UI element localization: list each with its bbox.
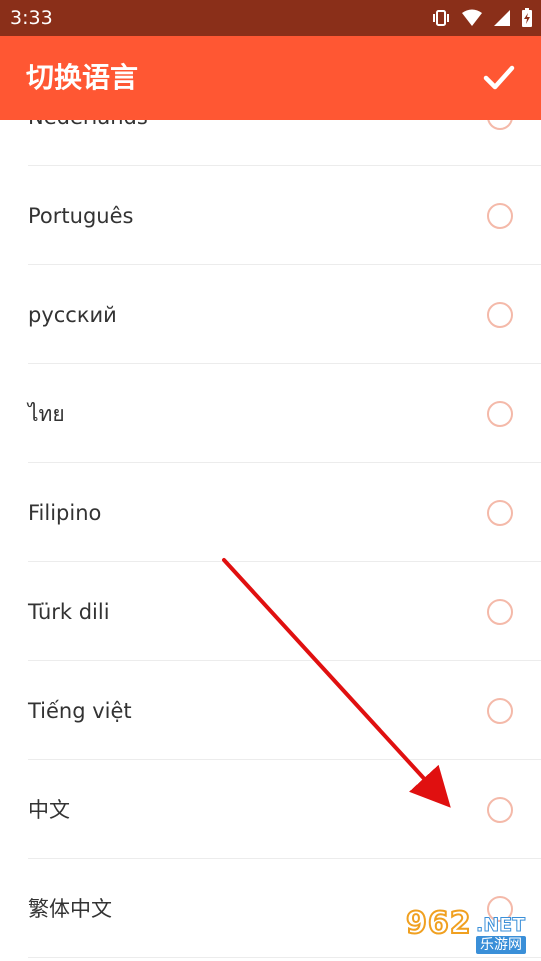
language-item-russian[interactable]: русский (28, 265, 541, 364)
language-label: 中文 (28, 798, 70, 822)
signal-icon (493, 9, 511, 27)
confirm-button[interactable] (481, 60, 517, 96)
app-bar: 切换语言 (0, 36, 541, 120)
page-title: 切换语言 (26, 61, 139, 94)
language-label: Türk dili (28, 600, 110, 624)
language-label: Nederlands (28, 120, 148, 132)
language-item-filipino[interactable]: Filipino (28, 463, 541, 562)
language-label: ไทย (28, 402, 65, 426)
radio-button[interactable] (487, 120, 513, 130)
radio-button[interactable] (487, 896, 513, 922)
status-bar: 3:33 (0, 0, 541, 36)
check-icon (483, 65, 515, 90)
language-label: Português (28, 204, 134, 228)
radio-button[interactable] (487, 698, 513, 724)
radio-button[interactable] (487, 203, 513, 229)
language-item-vietnamese[interactable]: Tiếng việt (28, 661, 541, 760)
language-item-chinese-traditional[interactable]: 繁体中文 (28, 859, 541, 958)
language-label: Tiếng việt (28, 699, 132, 723)
language-item-thai[interactable]: ไทย (28, 364, 541, 463)
radio-button[interactable] (487, 599, 513, 625)
wifi-icon (461, 9, 483, 27)
language-item-portugues[interactable]: Português (28, 166, 541, 265)
status-icons (431, 7, 533, 29)
status-time: 3:33 (10, 7, 53, 29)
language-item-chinese-simplified[interactable]: 中文 (28, 760, 541, 859)
radio-button[interactable] (487, 797, 513, 823)
language-label: Filipino (28, 501, 102, 525)
radio-button[interactable] (487, 401, 513, 427)
radio-button[interactable] (487, 302, 513, 328)
battery-icon (521, 8, 533, 28)
language-item-nederlands[interactable]: Nederlands (28, 120, 541, 166)
vibrate-icon (431, 8, 451, 28)
language-label: русский (28, 303, 117, 327)
language-list[interactable]: Nederlands Português русский ไทย Filipin… (0, 120, 541, 961)
language-label: 繁体中文 (28, 897, 112, 921)
radio-button[interactable] (487, 500, 513, 526)
language-item-turkish[interactable]: Türk dili (28, 562, 541, 661)
